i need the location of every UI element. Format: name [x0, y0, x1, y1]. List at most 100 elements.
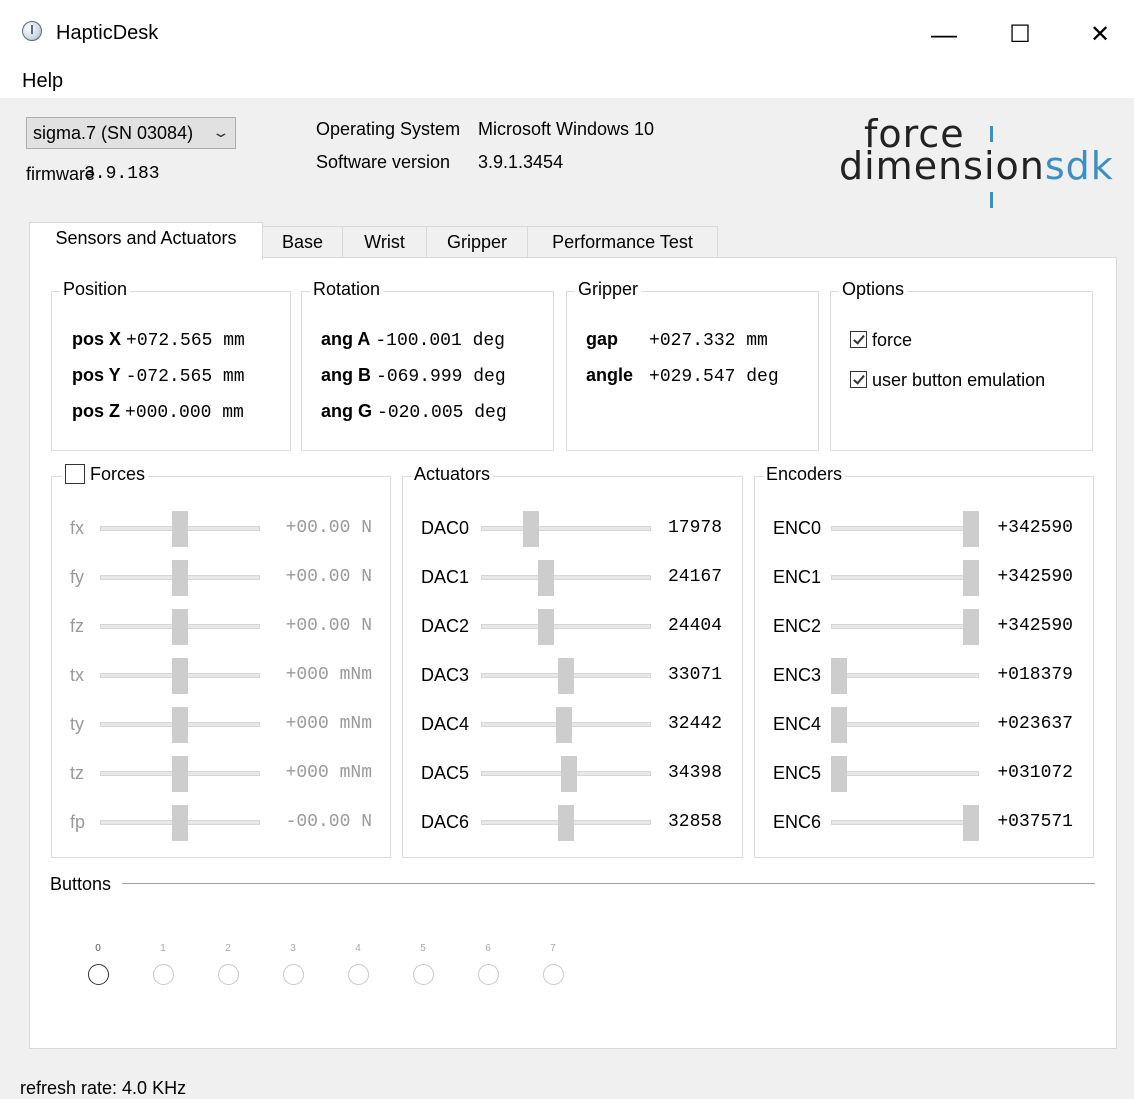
tab-gripper[interactable]: Gripper: [426, 226, 528, 259]
button-3-indicator: [283, 964, 304, 985]
forces-checkbox[interactable]: [65, 464, 85, 484]
encoder-value: +342590: [997, 616, 1073, 636]
tab-wrist[interactable]: Wrist: [342, 226, 427, 259]
button-3-number: 3: [290, 943, 296, 954]
force-label: fx: [70, 518, 85, 538]
force-value: +00.00 N: [285, 518, 372, 538]
angle-value: +029.547 deg: [649, 367, 779, 387]
force-slider-thumb: [172, 756, 188, 792]
actuator-label: DAC0: [421, 518, 470, 538]
button-6-number: 6: [485, 943, 491, 954]
encoder-value: +342590: [997, 567, 1073, 587]
tab-base[interactable]: Base: [262, 226, 343, 259]
encoder-slider[interactable]: [831, 526, 979, 531]
actuator-slider-thumb[interactable]: [556, 707, 573, 743]
position-group: Position pos X +072.565 mm pos Y -072.56…: [51, 279, 291, 451]
gap-label: gap: [586, 329, 619, 349]
rotation-title: Rotation: [310, 279, 384, 300]
encoder-value: +018379: [997, 665, 1073, 685]
title-bar: HapticDesk — ☐ ✕: [0, 0, 1134, 64]
actuator-slider[interactable]: [481, 526, 651, 531]
actuator-value: 24404: [667, 616, 722, 636]
force-label: fp: [70, 812, 86, 832]
options-group: Options force user button emulation: [830, 279, 1093, 451]
user-button-emulation-checkbox[interactable]: [850, 371, 867, 388]
actuator-slider-thumb[interactable]: [537, 609, 554, 645]
encoder-label: ENC1: [773, 567, 822, 587]
forces-title: Forces: [90, 464, 146, 484]
encoder-slider-thumb[interactable]: [963, 511, 979, 547]
encoder-slider[interactable]: [831, 771, 979, 776]
chevron-down-icon: ⌄: [211, 124, 231, 140]
actuator-slider[interactable]: [481, 624, 651, 629]
encoder-slider-thumb[interactable]: [831, 756, 847, 792]
menu-help[interactable]: Help: [22, 70, 63, 93]
options-title: Options: [839, 279, 908, 300]
button-7-indicator: [543, 964, 564, 985]
actuator-slider-thumb[interactable]: [561, 756, 578, 792]
actuator-slider-thumb[interactable]: [558, 805, 574, 841]
encoder-slider[interactable]: [831, 575, 979, 580]
actuator-slider-thumb[interactable]: [537, 560, 554, 596]
pos-z-label: pos Z: [72, 401, 120, 421]
actuator-slider-thumb[interactable]: [558, 658, 574, 694]
encoders-group: Encoders ENC0 +342590 ENC1 +342590 ENC2 +3425…: [754, 464, 1094, 858]
os-value: Microsoft Windows 10: [478, 119, 655, 139]
pos-z-value: +000.000 mm: [125, 403, 244, 423]
encoder-slider-thumb[interactable]: [963, 609, 979, 645]
encoder-value: +023637: [997, 714, 1073, 734]
encoder-slider[interactable]: [831, 673, 979, 678]
encoder-slider-thumb[interactable]: [831, 707, 847, 743]
force-value: +00.00 N: [285, 567, 372, 587]
actuator-slider[interactable]: [481, 575, 651, 580]
encoder-slider[interactable]: [831, 820, 979, 825]
encoder-slider[interactable]: [831, 722, 979, 727]
encoder-label: ENC5: [773, 763, 822, 783]
software-version-label: Software version: [316, 152, 451, 172]
encoder-label: ENC0: [773, 518, 822, 538]
close-button[interactable]: ✕: [1070, 14, 1130, 54]
force-dimension-sdk-logo: force dimensionsdk: [834, 112, 1126, 216]
user-button-emulation-label: user button emulation: [872, 370, 1046, 390]
minimize-button[interactable]: —: [914, 14, 974, 54]
pos-x-value: +072.565 mm: [126, 331, 245, 351]
device-select[interactable]: sigma.7 (SN 03084) ⌄: [26, 117, 236, 149]
actuator-value: 17978: [667, 518, 722, 538]
actuator-slider-thumb[interactable]: [522, 511, 539, 547]
tab-sensors-and-actuators[interactable]: Sensors and Actuators: [29, 222, 263, 260]
pos-y-label: pos Y: [72, 365, 121, 385]
button-1-number: 1: [160, 943, 166, 954]
gripper-group: Gripper gap +027.332 mm angle +029.547 d…: [566, 279, 819, 451]
encoder-slider-thumb[interactable]: [831, 658, 847, 694]
actuator-label: DAC1: [421, 567, 470, 587]
software-version-value: 3.9.1.3454: [478, 152, 564, 172]
encoder-label: ENC4: [773, 714, 822, 734]
tab-performance-test[interactable]: Performance Test: [527, 226, 718, 259]
force-value: -00.00 N: [285, 812, 372, 832]
pos-y-value: -072.565 mm: [125, 367, 245, 387]
encoder-label: ENC6: [773, 812, 822, 832]
ang-a-value: -100.001 deg: [375, 331, 505, 351]
actuators-group: Actuators DAC0 17978 DAC1 24167 DAC2 24404 DAC…: [402, 464, 743, 858]
maximize-button[interactable]: ☐: [990, 14, 1050, 54]
force-value: +000 mNm: [285, 763, 372, 783]
force-checkbox[interactable]: [850, 331, 867, 348]
force-label: tx: [70, 665, 85, 685]
force-label: fy: [70, 567, 85, 587]
encoder-slider-thumb[interactable]: [963, 560, 979, 596]
button-2-number: 2: [225, 943, 231, 954]
encoder-label: ENC3: [773, 665, 822, 685]
button-0-indicator: [88, 964, 109, 985]
encoder-slider[interactable]: [831, 624, 979, 629]
actuator-label: DAC3: [421, 665, 470, 685]
force-slider-thumb: [172, 560, 188, 596]
ang-b-value: -069.999 deg: [376, 367, 506, 387]
encoder-slider-thumb[interactable]: [963, 805, 979, 841]
force-slider-thumb: [172, 805, 188, 841]
button-4-number: 4: [355, 943, 361, 954]
pos-x-label: pos X: [72, 329, 122, 349]
actuator-value: 32858: [667, 812, 722, 832]
force-value: +000 mNm: [285, 665, 372, 685]
force-slider-thumb: [172, 707, 188, 743]
force-slider-thumb: [172, 658, 188, 694]
